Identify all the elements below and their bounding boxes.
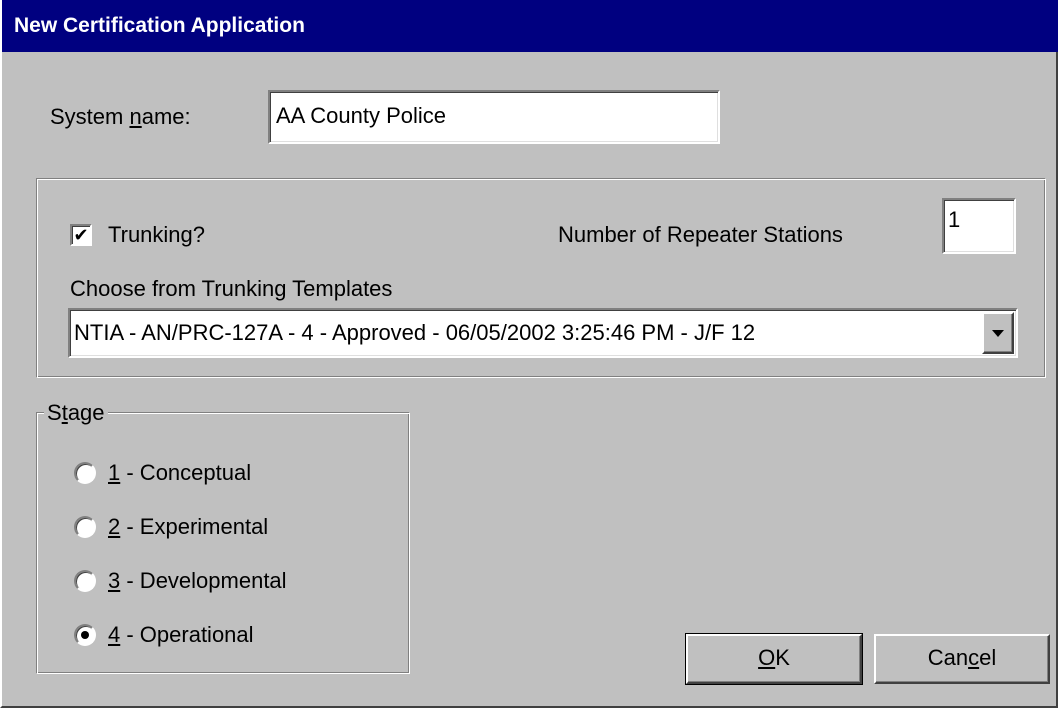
template-dropdown-button[interactable] <box>982 312 1014 354</box>
cancel-button[interactable]: Cancel <box>874 634 1050 684</box>
stage-radio-2[interactable] <box>74 516 96 538</box>
stage-option-label-4: 4 - Operational <box>108 622 254 647</box>
certification-dialog: New Certification Application System nam… <box>0 0 1058 708</box>
dialog-title: New Certification Application <box>14 14 305 37</box>
title-bar[interactable]: New Certification Application <box>2 0 1058 52</box>
stage-legend: Stage <box>44 400 108 426</box>
stage-option-label-1: 1 - Conceptual <box>108 460 252 485</box>
check-mark-icon: ✔ <box>73 225 89 245</box>
stage-radio-1[interactable] <box>74 462 96 484</box>
ok-button[interactable]: OK <box>685 633 863 685</box>
chevron-down-icon <box>992 330 1004 337</box>
system-name-label: System name: <box>50 104 191 129</box>
stage-option-label-2: 2 - Experimental <box>108 514 269 539</box>
stage-radio-4[interactable] <box>74 624 96 646</box>
trunking-template-value: NTIA - AN/PRC-127A - 4 - Approved - 06/0… <box>74 320 756 345</box>
radio-selected-dot-icon <box>81 631 89 639</box>
trunking-templates-label: Choose from Trunking Templates <box>70 276 393 301</box>
trunking-checkbox[interactable]: ✔ <box>70 224 92 246</box>
stage-option-label-3: 3 - Developmental <box>108 568 287 593</box>
repeater-stations-input[interactable]: 1 <box>942 198 1016 254</box>
repeater-stations-label: Number of Repeater Stations <box>558 222 843 247</box>
trunking-template-select[interactable]: NTIA - AN/PRC-127A - 4 - Approved - 06/0… <box>68 308 1018 358</box>
trunking-label: Trunking? <box>108 222 206 247</box>
system-name-input[interactable]: AA County Police <box>268 90 720 144</box>
stage-radio-3[interactable] <box>74 570 96 592</box>
